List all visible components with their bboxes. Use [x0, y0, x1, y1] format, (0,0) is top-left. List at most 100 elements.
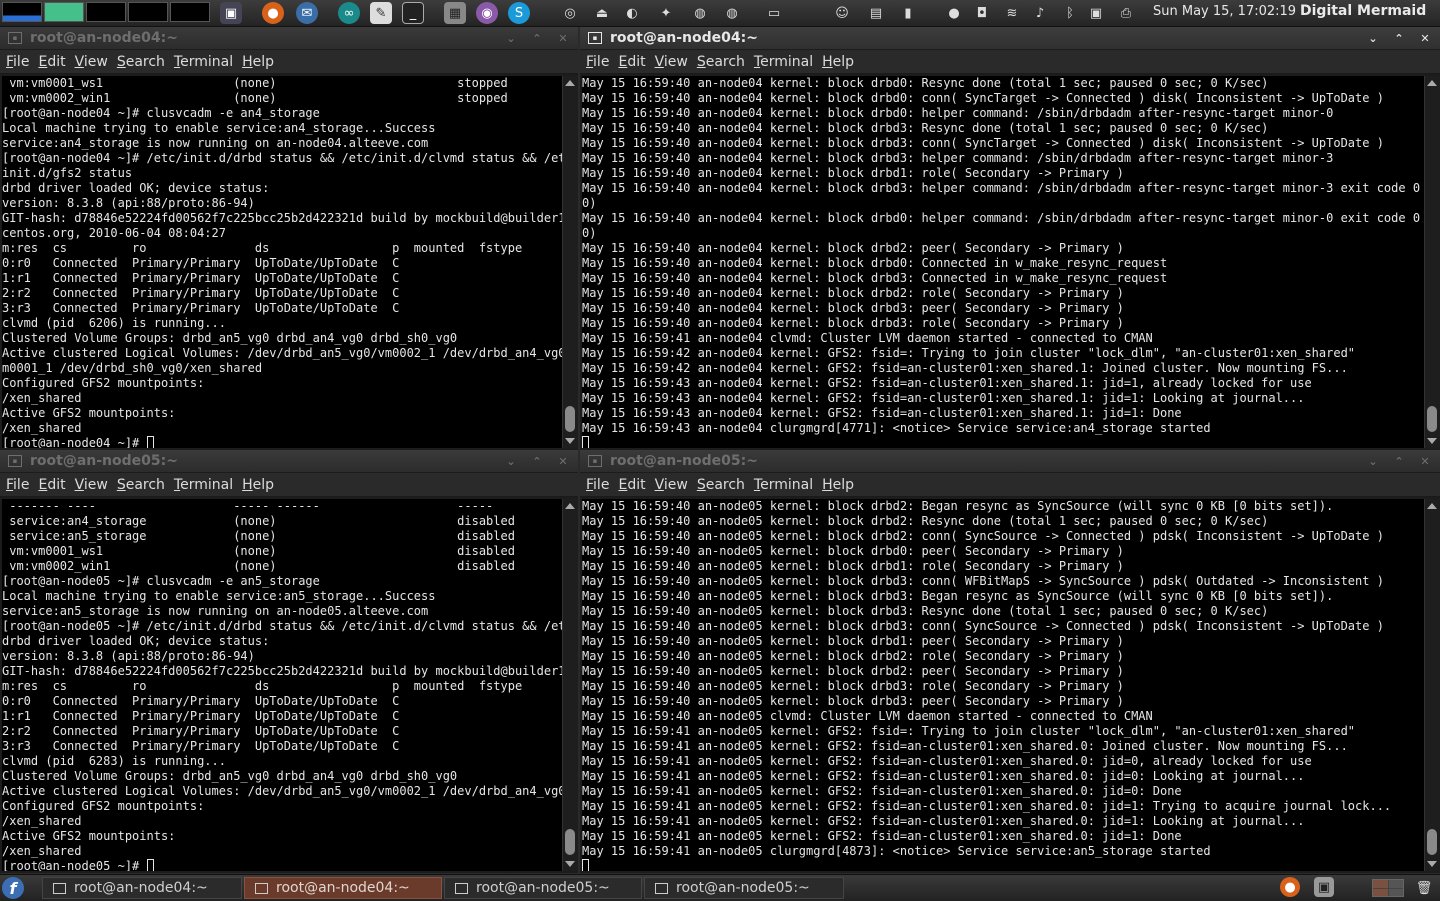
monitor-icon[interactable]: ▭ — [764, 3, 784, 23]
menu-terminal[interactable]: Terminal — [174, 54, 233, 70]
minimize-icon[interactable]: ⌄ — [506, 455, 516, 468]
menu-search[interactable]: Search — [697, 477, 745, 493]
window-titlebar[interactable]: ▪ root@an-node05:~ ⌄ ⌃ ✕ — [580, 450, 1440, 472]
scrollbar[interactable] — [1424, 76, 1440, 448]
hardware-icon[interactable]: ▤ — [866, 3, 886, 23]
memory-monitor[interactable] — [44, 2, 84, 22]
user-icon[interactable]: ☺ — [832, 3, 852, 23]
maximize-icon[interactable]: ⌃ — [532, 455, 542, 468]
menu-file[interactable]: File — [586, 477, 609, 493]
menu-edit[interactable]: Edit — [38, 477, 65, 493]
menu-search[interactable]: Search — [697, 54, 745, 70]
maximize-icon[interactable]: ⌃ — [1394, 32, 1404, 45]
update-icon[interactable]: ● — [944, 3, 964, 23]
computer-icon[interactable]: ▣ — [220, 2, 242, 24]
minimize-icon[interactable]: ⌄ — [1368, 32, 1378, 45]
menu-view[interactable]: View — [75, 477, 108, 493]
network-monitor[interactable] — [86, 2, 126, 22]
scroll-up-icon[interactable] — [1427, 80, 1437, 86]
close-icon[interactable]: ✕ — [558, 32, 568, 45]
globe-icon[interactable]: ◍ — [722, 3, 742, 23]
scrollbar-thumb[interactable] — [1427, 829, 1437, 855]
network-icon[interactable]: ◍ — [690, 3, 710, 23]
cpu-monitor[interactable] — [2, 2, 42, 22]
menu-help[interactable]: Help — [822, 477, 854, 493]
wifi-icon[interactable]: ≋ — [1002, 3, 1022, 23]
scrollbar[interactable] — [562, 499, 578, 871]
firefox-icon[interactable]: ● — [262, 2, 284, 24]
scroll-down-icon[interactable] — [565, 438, 575, 444]
terminal-output[interactable]: May 15 16:59:40 an-node04 kernel: block … — [582, 76, 1424, 448]
menu-search[interactable]: Search — [117, 477, 165, 493]
menu-edit[interactable]: Edit — [618, 477, 645, 493]
window-titlebar[interactable]: ▪ root@an-node04:~ ⌄ ⌃ ✕ — [0, 27, 578, 49]
menu-file[interactable]: File — [586, 54, 609, 70]
minimize-icon[interactable]: ⌄ — [1368, 455, 1378, 468]
taskbar-item[interactable]: root@an-node04:~ — [244, 877, 442, 899]
terminal-icon[interactable]: _ — [402, 2, 424, 24]
app-icon[interactable]: ▣ — [1314, 877, 1334, 897]
thunderbird-icon[interactable]: ✉ — [296, 2, 318, 24]
calculator-icon[interactable]: ▦ — [444, 2, 466, 24]
load-monitor[interactable] — [170, 2, 210, 22]
scrollbar[interactable] — [1424, 499, 1440, 871]
menu-search[interactable]: Search — [117, 54, 165, 70]
menu-file[interactable]: File — [6, 54, 29, 70]
minimize-icon[interactable]: ⌄ — [506, 32, 516, 45]
terminal-window[interactable]: ▪ root@an-node04:~ ⌄ ⌃ ✕ File Edit View Se… — [580, 27, 1440, 450]
menu-view[interactable]: View — [75, 54, 108, 70]
menu-view[interactable]: View — [655, 477, 688, 493]
scroll-up-icon[interactable] — [565, 80, 575, 86]
taskbar-item[interactable]: root@an-node05:~ — [444, 877, 642, 899]
scroll-up-icon[interactable] — [565, 503, 575, 509]
arduino-icon[interactable]: ∞ — [338, 2, 360, 24]
menu-edit[interactable]: Edit — [618, 54, 645, 70]
menu-help[interactable]: Help — [242, 54, 274, 70]
clock[interactable]: Sun May 15, 17:02:19 — [1153, 4, 1296, 19]
trash-icon[interactable]: 🗑 — [1414, 878, 1434, 898]
battery-icon[interactable]: ▮ — [898, 3, 918, 23]
swap-monitor[interactable] — [128, 2, 168, 22]
usb-icon[interactable]: ◘ — [972, 3, 992, 23]
user-menu[interactable]: Digital Mermaid — [1300, 3, 1426, 19]
close-icon[interactable]: ✕ — [1420, 455, 1430, 468]
scrollbar-thumb[interactable] — [565, 406, 575, 432]
terminal-output[interactable]: May 15 16:59:40 an-node05 kernel: block … — [582, 499, 1424, 871]
maximize-icon[interactable]: ⌃ — [1394, 455, 1404, 468]
terminal-window[interactable]: ▪ root@an-node05:~ ⌄ ⌃ ✕ File Edit View Se… — [580, 450, 1440, 873]
printer-icon[interactable]: ⎙ — [1116, 3, 1136, 23]
window-titlebar[interactable]: ▪ root@an-node05:~ ⌄ ⌃ ✕ — [0, 450, 578, 472]
terminal-output[interactable]: ------- ---- ----- ------ ----- service:… — [2, 499, 562, 871]
scrollbar-thumb[interactable] — [565, 829, 575, 855]
menu-terminal[interactable]: Terminal — [174, 477, 233, 493]
scroll-down-icon[interactable] — [1427, 438, 1437, 444]
menu-help[interactable]: Help — [242, 477, 274, 493]
skype-icon[interactable]: S — [508, 2, 530, 24]
menu-view[interactable]: View — [655, 54, 688, 70]
scroll-up-icon[interactable] — [1427, 503, 1437, 509]
clipboard-icon[interactable]: ◎ — [560, 3, 580, 23]
fedora-menu-icon[interactable]: f — [2, 877, 24, 899]
pidgin-icon[interactable]: ◉ — [476, 2, 498, 24]
volume-icon[interactable]: ♪ — [1030, 3, 1050, 23]
text-editor-icon[interactable]: ✎ — [370, 2, 392, 24]
taskbar-item[interactable]: root@an-node05:~ — [644, 877, 844, 899]
terminal-window[interactable]: ▪ root@an-node05:~ ⌄ ⌃ ✕ File Edit View Se… — [0, 450, 578, 873]
scrollbar[interactable] — [562, 76, 578, 448]
terminal-window[interactable]: ▪ root@an-node04:~ ⌄ ⌃ ✕ File Edit View Se… — [0, 27, 578, 450]
maximize-icon[interactable]: ⌃ — [532, 32, 542, 45]
scroll-down-icon[interactable] — [565, 861, 575, 867]
menu-help[interactable]: Help — [822, 54, 854, 70]
firefox-icon[interactable]: ● — [1280, 877, 1300, 897]
appearance-icon[interactable]: ✦ — [656, 3, 676, 23]
workspace-switcher[interactable] — [1372, 879, 1404, 897]
scroll-down-icon[interactable] — [1427, 861, 1437, 867]
scrollbar-thumb[interactable] — [1427, 406, 1437, 432]
screenshot-icon[interactable]: ◐ — [622, 3, 642, 23]
terminal-output[interactable]: vm:vm0001_ws1 (none) stopped vm:vm0002_w… — [2, 76, 562, 448]
close-icon[interactable]: ✕ — [1420, 32, 1430, 45]
eject-icon[interactable]: ⏏ — [592, 3, 612, 23]
display-icon[interactable]: ▣ — [1086, 3, 1106, 23]
close-icon[interactable]: ✕ — [558, 455, 568, 468]
menu-file[interactable]: File — [6, 477, 29, 493]
